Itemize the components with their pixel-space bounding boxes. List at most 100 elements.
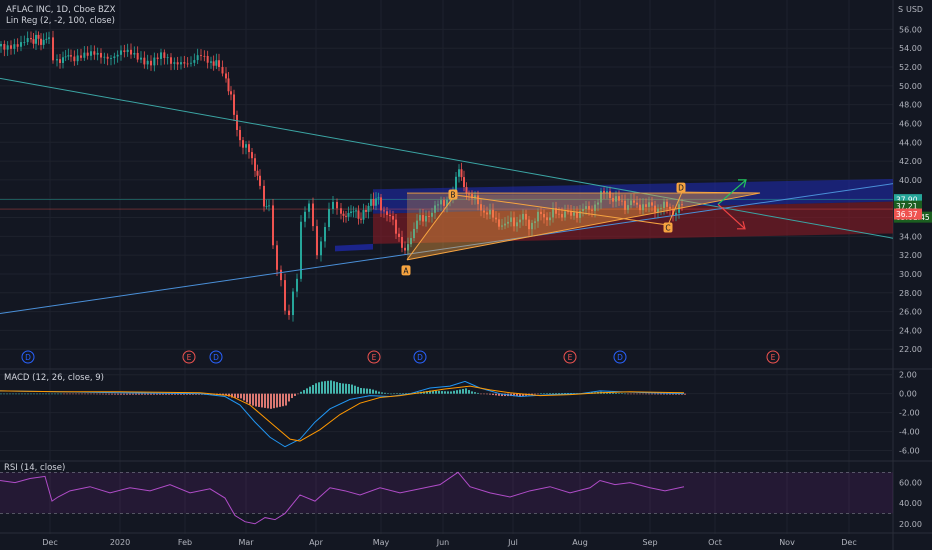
macd-hist-bar — [45, 393, 47, 395]
candle-body — [316, 226, 318, 256]
macd-hist-bar — [441, 391, 443, 394]
macd-hist-bar — [141, 393, 143, 395]
macd-hist-bar — [378, 391, 380, 394]
time-tick-label: Jun — [436, 538, 450, 547]
candle-body — [0, 43, 2, 47]
macd-hist-bar — [303, 390, 305, 394]
macd-hist-bar — [348, 384, 350, 394]
candle-body — [245, 144, 247, 148]
rsi-tick-label: 20.00 — [899, 520, 922, 529]
candle-body — [292, 291, 294, 316]
macd-hist-bar — [450, 391, 452, 394]
macd-hist-bar — [306, 388, 308, 394]
candle-body — [62, 57, 64, 63]
macd-hist-bar — [285, 393, 287, 406]
linreg-legend[interactable]: Lin Reg (2, -2, 100, close) — [6, 16, 115, 26]
candle-body — [32, 39, 35, 44]
candle-body — [328, 209, 330, 228]
candle-body — [355, 210, 357, 212]
candle-body — [146, 60, 149, 65]
event-label: E — [568, 353, 573, 362]
macd-hist-bar — [144, 393, 146, 395]
candle-body — [221, 67, 224, 74]
macd-hist-bar — [153, 393, 155, 395]
candle-body — [3, 43, 6, 50]
candle-body — [42, 39, 45, 45]
candle-body — [153, 57, 156, 66]
macd-hist-bar — [339, 382, 341, 394]
scale-mark[interactable]: S — [898, 5, 903, 14]
candle-body — [254, 158, 256, 171]
macd-hist-bar — [462, 388, 464, 394]
macd-hist-bar — [321, 381, 323, 394]
price-tick-label: 54.00 — [899, 44, 922, 53]
macd-hist-bar — [333, 381, 335, 394]
candle-body — [372, 198, 375, 206]
candle-body — [398, 233, 400, 237]
time-tick-label: Feb — [178, 538, 192, 547]
candle-body — [193, 60, 196, 63]
candle-body — [120, 50, 122, 55]
macd-hist-bar — [42, 393, 44, 395]
price-axis[interactable]: 22.0024.0026.0028.0030.0032.0034.0036.00… — [899, 25, 922, 528]
macd-hist-bar — [300, 391, 302, 394]
currency-label: USD — [906, 5, 923, 14]
macd-hist-bar — [555, 393, 557, 394]
time-tick-label: Aug — [572, 538, 588, 547]
candle-body — [350, 211, 352, 213]
candle-body — [259, 175, 261, 186]
macd-hist-bar — [291, 393, 293, 399]
candle-body — [225, 73, 227, 79]
price-tick-label: 40.00 — [899, 176, 922, 185]
candle-body — [288, 310, 290, 316]
macd-hist-bar — [84, 393, 86, 395]
candle-body — [23, 42, 26, 43]
macd-hist-bar — [279, 393, 281, 407]
macd-hist-bar — [357, 386, 359, 394]
candle-body — [163, 52, 166, 58]
macd-hist-bar — [618, 393, 620, 394]
macd-hist-bar — [315, 383, 317, 394]
macd-hist-bar — [15, 393, 17, 395]
macd-hist-bar — [21, 393, 23, 395]
event-label: D — [417, 353, 423, 362]
candle-body — [83, 52, 86, 58]
macd-tick-label: -4.00 — [899, 428, 920, 437]
macd-hist-bar — [297, 393, 299, 395]
macd-hist-bar — [651, 393, 653, 395]
pattern-label-a: A — [403, 266, 409, 275]
macd-legend[interactable]: MACD (12, 26, close, 9) — [4, 373, 104, 383]
macd-hist-bar — [36, 393, 38, 395]
candle-body — [52, 37, 54, 61]
macd-hist-bar — [366, 388, 368, 394]
time-tick-label: Oct — [708, 538, 722, 547]
macd-hist-bar — [237, 393, 239, 399]
candle-body — [140, 57, 142, 60]
rsi-legend[interactable]: RSI (14, close) — [4, 463, 65, 473]
event-label: D — [25, 353, 31, 362]
macd-hist-bar — [264, 393, 266, 408]
candle-body — [256, 170, 259, 176]
candle-body — [110, 57, 112, 59]
macd-hist-bar — [312, 384, 314, 394]
macd-hist-bar — [51, 393, 53, 395]
candle-body — [265, 206, 268, 208]
candle-body — [296, 278, 298, 292]
macd-hist-bar — [483, 393, 485, 395]
candle-body — [242, 140, 244, 148]
candle-body — [304, 211, 306, 222]
macd-hist-bar — [12, 393, 14, 395]
macd-hist-bar — [267, 393, 269, 409]
chart-canvas[interactable]: A B C D D E D E D E D E 22.00 24.00 26.00 28.00 30.00 32… — [0, 0, 932, 550]
candle-body — [86, 52, 89, 56]
candle-body — [80, 55, 82, 58]
macd-hist-bar — [327, 380, 329, 394]
macd-hist-bar — [240, 393, 242, 399]
macd-hist-bar — [648, 393, 650, 395]
macd-hist-bar — [666, 393, 668, 395]
macd-tick-label: -2.00 — [899, 409, 920, 418]
macd-hist-bar — [69, 393, 71, 395]
candle-body — [370, 198, 372, 206]
macd-hist-bar — [318, 382, 320, 394]
event-label: D — [617, 353, 623, 362]
